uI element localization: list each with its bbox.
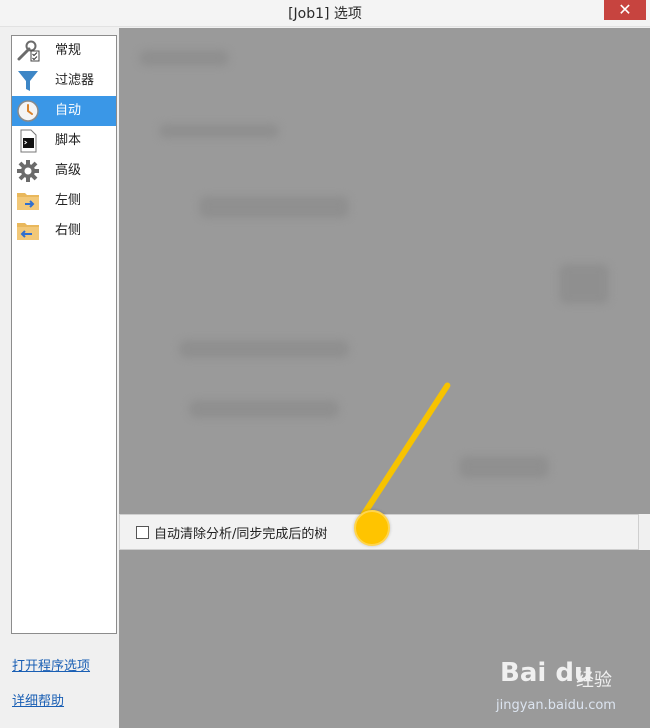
detailed-help-link[interactable]: 详细帮助 bbox=[12, 690, 64, 709]
blurred-text bbox=[199, 196, 349, 218]
blurred-text bbox=[139, 50, 229, 66]
window-title: [Job1] 选项 bbox=[288, 6, 362, 22]
nav-item-label: 自动 bbox=[55, 103, 82, 118]
auto-clear-checkbox-label[interactable]: 自动清除分析/同步完成后的树 bbox=[154, 523, 327, 542]
clock-icon bbox=[17, 100, 39, 122]
baidu-jingyan-watermark: Bai du 经验 jingyan.baidu.com bbox=[472, 654, 642, 724]
nav-item-general[interactable]: 常规 bbox=[12, 36, 116, 66]
category-list: 常规 过滤器 自动 脚本 高级 左侧 右侧 bbox=[11, 35, 117, 634]
script-terminal-icon bbox=[20, 129, 37, 153]
nav-item-label: 脚本 bbox=[55, 133, 82, 148]
open-program-options-link[interactable]: 打开程序选项 bbox=[12, 655, 90, 674]
blurred-text bbox=[159, 124, 279, 138]
nav-item-advanced[interactable]: 高级 bbox=[12, 156, 116, 186]
nav-item-filters[interactable]: 过滤器 bbox=[12, 66, 116, 96]
folder-right-arrow-icon bbox=[17, 193, 39, 210]
nav-item-label: 常规 bbox=[55, 43, 82, 58]
filter-funnel-icon bbox=[18, 71, 38, 91]
blurred-settings-area bbox=[119, 28, 650, 514]
close-icon: ✕ bbox=[618, 0, 632, 19]
blurred-text bbox=[189, 400, 339, 418]
title-bar: [Job1] 选项 ✕ bbox=[0, 0, 650, 27]
nav-item-automatic[interactable]: 自动 bbox=[12, 96, 116, 126]
watermark-cn: 经验 bbox=[576, 670, 612, 691]
folder-left-arrow-icon bbox=[17, 223, 39, 240]
watermark-url: jingyan.baidu.com bbox=[496, 698, 616, 713]
nav-item-label: 左侧 bbox=[55, 193, 82, 208]
blurred-button bbox=[459, 456, 549, 478]
nav-item-script[interactable]: 脚本 bbox=[12, 126, 116, 156]
gear-icon bbox=[17, 160, 39, 182]
blurred-icon bbox=[559, 264, 609, 304]
wrench-checklist-icon bbox=[17, 40, 40, 62]
nav-item-label: 过滤器 bbox=[55, 73, 95, 88]
close-button[interactable]: ✕ bbox=[604, 0, 646, 20]
annotation-pointer-dot bbox=[354, 510, 390, 546]
nav-item-left-side[interactable]: 左侧 bbox=[12, 186, 116, 216]
nav-item-right-side[interactable]: 右侧 bbox=[12, 216, 116, 246]
blurred-text bbox=[179, 340, 349, 358]
nav-item-label: 高级 bbox=[55, 163, 82, 178]
auto-clear-checkbox[interactable] bbox=[136, 526, 149, 539]
nav-item-label: 右侧 bbox=[55, 223, 82, 238]
